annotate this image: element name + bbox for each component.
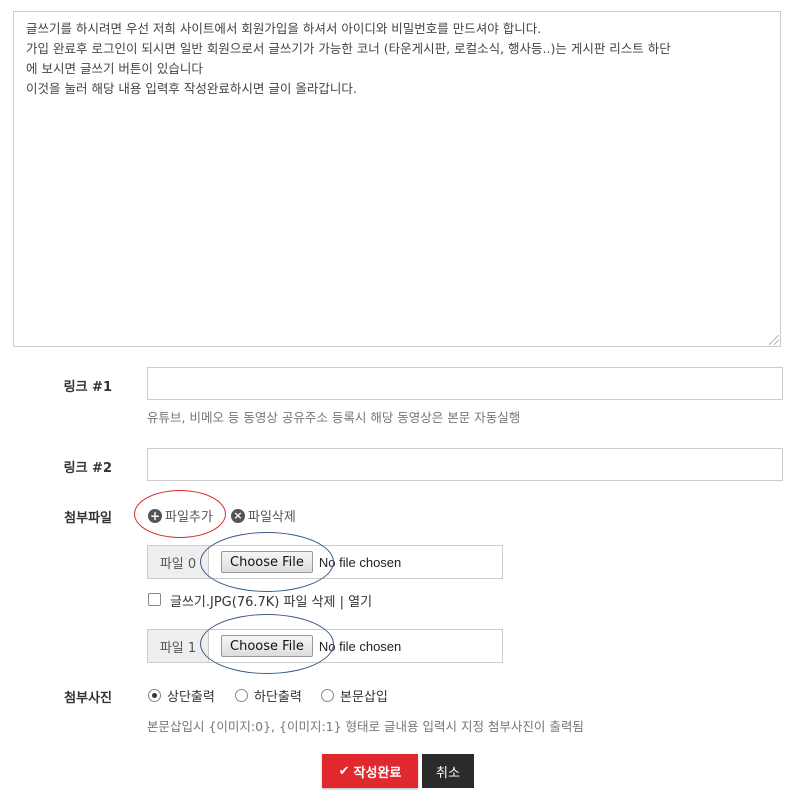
add-file-label: 파일추가 [165, 510, 213, 525]
radio-bottom-label: 하단출력 [254, 690, 302, 705]
delete-file-button[interactable]: × 파일삭제 [231, 506, 296, 525]
content-textarea[interactable]: 글쓰기를 하시려면 우선 저희 사이트에서 회원가입을 하셔서 아이디와 비밀번… [13, 11, 781, 347]
file-0-status: No file chosen [318, 554, 402, 570]
file-1-input[interactable]: Choose File No file chosen [209, 630, 401, 662]
file-1-group: 파일 1 Choose File No file chosen [147, 629, 503, 663]
link1-label: 링크 #1 [63, 380, 112, 395]
file-1-choose-button[interactable]: Choose File [221, 635, 313, 657]
radio-bottom[interactable] [235, 689, 248, 702]
check-icon: ✔ [338, 763, 350, 779]
content-text: 글쓰기를 하시려면 우선 저희 사이트에서 회원가입을 하셔서 아이디와 비밀번… [14, 12, 780, 106]
delete-existing-checkbox[interactable] [148, 593, 161, 606]
photo-option-bottom[interactable]: 하단출력 [235, 686, 302, 705]
submit-label: 작성완료 [353, 765, 402, 781]
file-1-addon: 파일 1 [148, 630, 209, 662]
attach-label: 첨부파일 [64, 511, 112, 526]
photo-option-inline[interactable]: 본문삽입 [321, 686, 388, 705]
file-1-status: No file chosen [318, 638, 402, 654]
file-0-addon: 파일 0 [148, 546, 209, 578]
link1-help-text: 유튜브, 비메오 등 동영상 공유주소 등록시 해당 동영상은 본문 자동실행 [147, 410, 521, 425]
radio-top[interactable] [148, 689, 161, 702]
cancel-button[interactable]: 취소 [422, 754, 474, 788]
resize-handle-icon[interactable] [769, 335, 779, 345]
photo-option-top[interactable]: 상단출력 [148, 686, 215, 705]
file-0-choose-button[interactable]: Choose File [221, 551, 313, 573]
add-file-button[interactable]: + 파일추가 [148, 506, 213, 525]
file-0-input[interactable]: Choose File No file chosen [209, 546, 401, 578]
existing-file-info[interactable]: 글쓰기.JPG(76.7K) 파일 삭제 | 열기 [170, 591, 372, 610]
link1-input[interactable] [147, 367, 783, 400]
submit-button[interactable]: ✔ 작성완료 [322, 754, 418, 788]
content-line: 에 보시면 글쓰기 버튼이 있습니다 [26, 61, 203, 76]
content-line: 글쓰기를 하시려면 우선 저희 사이트에서 회원가입을 하셔서 아이디와 비밀번… [26, 21, 542, 36]
delete-file-label: 파일삭제 [248, 510, 296, 525]
link2-label: 링크 #2 [63, 461, 112, 476]
link2-input[interactable] [147, 448, 783, 481]
radio-inline[interactable] [321, 689, 334, 702]
radio-inline-label: 본문삽입 [340, 690, 388, 705]
file-0-group: 파일 0 Choose File No file chosen [147, 545, 503, 579]
radio-top-label: 상단출력 [167, 690, 215, 705]
x-circle-icon: × [231, 508, 245, 523]
content-line: 이것을 눌러 해당 내용 입력후 작성완료하시면 글이 올라갑니다. [26, 81, 357, 96]
photo-help-text: 본문삽입시 {이미지:0}, {이미지:1} 형태로 글내용 입력시 지정 첨부… [147, 719, 584, 734]
plus-circle-icon: + [148, 508, 162, 523]
photo-label: 첨부사진 [64, 691, 112, 706]
content-line: 가입 완료후 로그인이 되시면 일반 회원으로서 글쓰기가 가능한 코너 (타운… [26, 41, 671, 56]
